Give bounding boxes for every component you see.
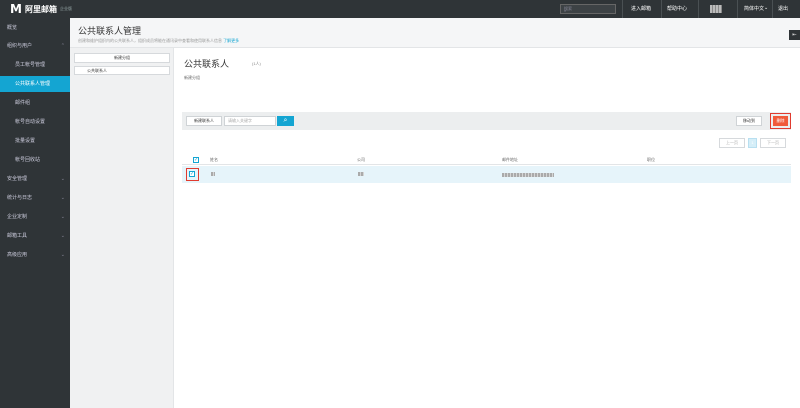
top-bar: M 阿里邮箱 企业版 搜索 ⌕ 进入邮箱 帮助中心 简体中文 ⌄ 退出 bbox=[0, 0, 800, 18]
contact-company bbox=[358, 172, 364, 176]
chevron-down-icon[interactable]: ⌄ bbox=[764, 5, 768, 11]
sidebar-item-stats-logs[interactable]: 统计与日志 ⌄ bbox=[0, 190, 70, 206]
sidebar-item-label: 高级应用 bbox=[7, 252, 28, 258]
sidebar-item-label: 公共联系人管理 bbox=[15, 81, 51, 87]
table-header: ✓ 姓名 公司 邮件地址 职位 bbox=[182, 155, 791, 165]
col-position: 职位 bbox=[647, 157, 655, 162]
sidebar-item-label: 批量设置 bbox=[15, 138, 36, 144]
table-row[interactable]: ✓ bbox=[182, 166, 791, 183]
divider bbox=[698, 0, 699, 18]
delete-highlight: 删除 bbox=[770, 113, 791, 129]
search-icon[interactable]: ⌕ bbox=[564, 6, 613, 15]
language-select[interactable]: 简体中文 bbox=[744, 5, 764, 12]
chevron-down-icon: ⌄ bbox=[60, 195, 65, 201]
contact-name bbox=[211, 172, 215, 176]
move-to-button[interactable]: 移动到 bbox=[736, 116, 762, 126]
chevron-down-icon: ⌄ bbox=[60, 214, 65, 220]
sidebar-item-label: 组织与用户 bbox=[7, 43, 33, 49]
chevron-down-icon: ⌄ bbox=[60, 233, 65, 239]
sidebar-item-label: 邮件组 bbox=[15, 100, 31, 106]
logo[interactable]: M 阿里邮箱 企业版 bbox=[10, 3, 72, 15]
logo-mark: M bbox=[10, 2, 22, 16]
sidebar: 概览 组织与用户 ⌃ 员工帐号管理 公共联系人管理 邮件组 帐号自动设置 批量设置… bbox=[0, 18, 70, 408]
sidebar-item-batch-settings[interactable]: 批量设置 bbox=[0, 133, 70, 149]
sidebar-item-label: 统计与日志 bbox=[7, 195, 33, 201]
page-header: 公共联系人管理 创建和维护组织内的公共联系人，组织成员将能在通讯录中查看和使用联… bbox=[70, 18, 800, 48]
row-checkbox[interactable]: ✓ bbox=[189, 171, 195, 177]
panel-toggle-icon[interactable]: ⇤ bbox=[789, 30, 800, 40]
main-panel: 公共联系人管理 创建和维护组织内的公共联系人，组织成员将能在通讯录中查看和使用联… bbox=[70, 18, 800, 408]
col-company: 公司 bbox=[357, 157, 365, 162]
sidebar-item-overview[interactable]: 概览 bbox=[0, 20, 70, 36]
page-number[interactable]: 1 bbox=[748, 138, 757, 148]
col-email: 邮件地址 bbox=[502, 157, 518, 162]
divider bbox=[737, 0, 738, 18]
prev-page-button[interactable]: 上一页 bbox=[719, 138, 745, 148]
delete-button[interactable]: 删除 bbox=[773, 116, 788, 126]
new-group-button[interactable]: 新建分组 bbox=[74, 53, 170, 63]
contacts-title: 公共联系人 bbox=[184, 59, 230, 69]
sidebar-item-auto-settings[interactable]: 帐号自动设置 bbox=[0, 114, 70, 130]
row-checkbox-highlight: ✓ bbox=[186, 168, 199, 181]
divider bbox=[622, 0, 623, 18]
sidebar-item-public-contacts[interactable]: 公共联系人管理 bbox=[0, 76, 70, 92]
contacts-toolbar: 新建联系人 请输入关键字 ⌕ 移动到 删除 bbox=[182, 112, 791, 130]
sidebar-item-label: 邮箱工具 bbox=[7, 233, 28, 239]
sidebar-item-mail-tools[interactable]: 邮箱工具 ⌄ bbox=[0, 228, 70, 244]
top-search-input[interactable]: 搜索 ⌕ bbox=[560, 4, 616, 14]
contact-search-input[interactable]: 请输入关键字 bbox=[224, 116, 276, 126]
page-description: 创建和维护组织内的公共联系人，组织成员将能在通讯录中查看和使用联系人信息 了解更… bbox=[78, 38, 239, 44]
sidebar-item-label: 安全管理 bbox=[7, 176, 28, 182]
contacts-count: (1人) bbox=[252, 61, 261, 66]
divider bbox=[772, 0, 773, 18]
group-item-public-contacts[interactable]: 公共联系人 bbox=[74, 66, 170, 75]
learn-more-link[interactable]: 了解更多 bbox=[223, 38, 239, 43]
sidebar-item-staff-accounts[interactable]: 员工帐号管理 bbox=[0, 57, 70, 73]
help-center-link[interactable]: 帮助中心 bbox=[667, 5, 687, 12]
logo-subtitle: 企业版 bbox=[59, 6, 72, 11]
logout-link[interactable]: 退出 bbox=[778, 5, 788, 12]
sidebar-item-label: 概览 bbox=[7, 25, 18, 31]
sidebar-item-security[interactable]: 安全管理 ⌄ bbox=[0, 171, 70, 187]
sidebar-item-label: 员工帐号管理 bbox=[15, 62, 46, 68]
new-contact-button[interactable]: 新建联系人 bbox=[186, 116, 222, 126]
sidebar-item-label: 帐号自动设置 bbox=[15, 119, 46, 125]
next-page-button[interactable]: 下一页 bbox=[760, 138, 786, 148]
enter-mail-link[interactable]: 进入邮箱 bbox=[631, 5, 651, 12]
sidebar-item-label: 帐号回收站 bbox=[15, 157, 41, 163]
sidebar-item-org-users[interactable]: 组织与用户 ⌃ bbox=[0, 38, 70, 54]
sidebar-item-customization[interactable]: 企业定制 ⌄ bbox=[0, 209, 70, 225]
contacts-content: 公共联系人 (1人) 新建分组 新建联系人 请输入关键字 ⌕ 移动到 删除 上一… bbox=[174, 48, 800, 408]
sidebar-item-label: 企业定制 bbox=[7, 214, 28, 220]
col-name: 姓名 bbox=[210, 157, 218, 162]
divider bbox=[661, 0, 662, 18]
page-description-text: 创建和维护组织内的公共联系人，组织成员将能在通讯录中查看和使用联系人信息 bbox=[78, 38, 222, 43]
select-all-checkbox[interactable]: ✓ bbox=[193, 157, 199, 163]
contact-email bbox=[502, 173, 554, 177]
chevron-down-icon: ⌄ bbox=[60, 252, 65, 258]
logo-text: 阿里邮箱 bbox=[24, 4, 57, 14]
sidebar-item-advanced[interactable]: 高级应用 ⌄ bbox=[0, 247, 70, 263]
sidebar-item-recycle-bin[interactable]: 帐号回收站 bbox=[0, 152, 70, 168]
search-icon[interactable]: ⌕ bbox=[277, 116, 294, 126]
page-title: 公共联系人管理 bbox=[78, 26, 142, 36]
group-list-panel: 新建分组 公共联系人 bbox=[70, 48, 174, 408]
sidebar-item-mail-groups[interactable]: 邮件组 bbox=[0, 95, 70, 111]
user-account-avatar[interactable] bbox=[710, 5, 722, 13]
chevron-up-icon: ⌃ bbox=[60, 43, 65, 49]
new-group-link[interactable]: 新建分组 bbox=[184, 75, 200, 81]
chevron-down-icon: ⌄ bbox=[60, 176, 65, 182]
